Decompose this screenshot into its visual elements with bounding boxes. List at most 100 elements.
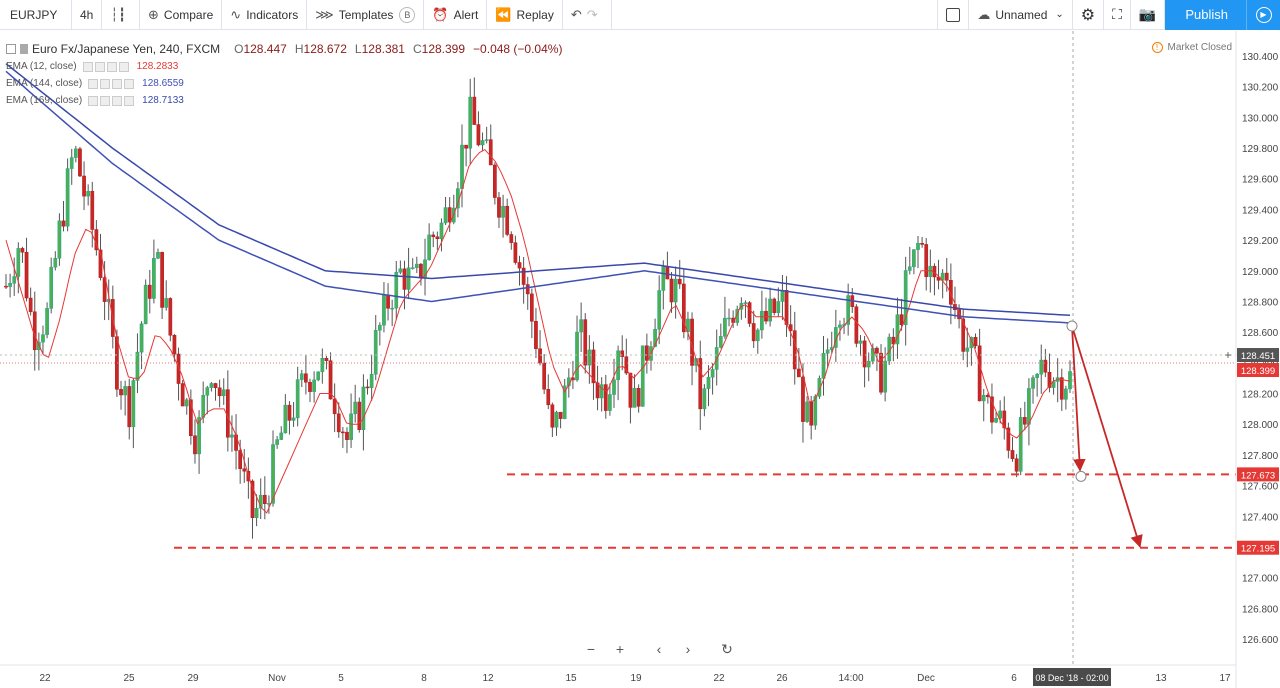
candle-body (443, 207, 448, 224)
interval-selector[interactable]: 4h (72, 0, 103, 30)
zoom-in-icon[interactable]: + (609, 638, 631, 660)
symbol-title: Euro Fx/Japanese Yen, 240, FXCM (32, 42, 221, 56)
warning-icon: ! (1151, 42, 1163, 53)
alarm-clock-icon: ⏰ (432, 6, 449, 22)
candle-body (320, 358, 325, 373)
candle-body (854, 306, 859, 344)
price-tick-label: 129.200 (1242, 236, 1279, 247)
candle-body (361, 386, 366, 430)
candle-body (390, 307, 395, 310)
price-tick-label: 130.000 (1242, 113, 1279, 124)
interval-label: 4h (80, 7, 94, 22)
undo-icon[interactable]: ↶ (571, 7, 582, 23)
candle-body (119, 389, 123, 396)
candle-body (369, 373, 374, 388)
candle-body (406, 267, 411, 290)
expand-button[interactable]: ⛶ (1104, 0, 1131, 30)
templates-button[interactable]: ⋙ Templates B (307, 0, 425, 30)
collapse-icon[interactable] (6, 44, 16, 54)
candle-body (168, 298, 173, 336)
close-value: 128.399 (421, 42, 466, 56)
candle-body (69, 157, 74, 169)
replay-button[interactable]: ⏪ Replay (487, 0, 563, 30)
candle-body (147, 284, 152, 299)
reset-icon[interactable]: ↻ (716, 638, 738, 660)
ema-144-legend[interactable]: EMA (144, close) 128.6559 (6, 75, 570, 92)
settings-button[interactable]: ⚙ (1073, 0, 1105, 30)
candle-body (1059, 377, 1064, 400)
zoom-out-icon[interactable]: − (580, 638, 602, 660)
candle-body (521, 267, 526, 285)
symbol-selector[interactable]: EURJPY (0, 0, 72, 30)
time-tick-label: 15 (565, 673, 577, 684)
candle-body (907, 266, 912, 271)
candle-body (657, 290, 662, 330)
alert-button[interactable]: ⏰ Alert (424, 0, 488, 30)
snapshot-button[interactable]: 📷 (1131, 0, 1166, 30)
candlestick-series (4, 77, 1072, 539)
candle-body (513, 242, 518, 263)
templates-icon: ⋙ (315, 6, 334, 22)
candle-body (295, 379, 300, 419)
candle-body (821, 353, 826, 379)
candle-body (377, 324, 382, 331)
ema-169-controls[interactable] (88, 95, 136, 106)
compare-button[interactable]: ⊕ Compare (140, 0, 223, 30)
ema-12-controls[interactable] (82, 61, 131, 72)
candle-body (747, 302, 752, 324)
flag-icon (20, 44, 28, 54)
indicators-button[interactable]: ∿ Indicators (222, 0, 308, 30)
forecast-arrows[interactable] (1066, 320, 1143, 548)
candle-body (608, 394, 612, 411)
scroll-right-icon[interactable]: › (677, 638, 699, 660)
candle-body (776, 301, 781, 313)
time-axis[interactable]: 22 25 29 Nov 5 8 12 15 19 22 26 14:00 Dec 6 13 17 08 Dec… (0, 664, 1236, 686)
price-chart[interactable]: 130.400 130.200 130.000 129.800 129.600 129.4… (0, 31, 1280, 688)
price-axis[interactable]: 130.400 130.200 130.000 129.800 129.600 129.4… (1224, 31, 1279, 688)
candle-body (160, 251, 164, 308)
candle-body (8, 283, 12, 287)
candle-body (283, 404, 288, 434)
price-tick-label: 128.600 (1242, 328, 1279, 339)
camera-icon: 📷 (1138, 6, 1157, 22)
candle-body (135, 351, 140, 381)
candle-body (944, 272, 949, 281)
market-status[interactable]: ! Market Closed (1151, 42, 1232, 53)
scroll-left-icon[interactable]: ‹ (648, 638, 670, 660)
price-tick-label: 129.600 (1242, 175, 1279, 186)
candle-body (673, 278, 678, 303)
candle-body (768, 298, 772, 322)
time-tick-label: 26 (776, 673, 788, 684)
layout-name: Unnamed (995, 7, 1048, 22)
candle-body (123, 386, 127, 396)
candle-body (542, 362, 547, 390)
gear-icon: ⚙ (1080, 6, 1096, 24)
plus-circle-icon: ⊕ (148, 6, 159, 22)
ema-12-legend[interactable]: EMA (12, close) 128.2833 (6, 58, 570, 75)
candle-body (217, 387, 222, 397)
candle-body (402, 268, 407, 290)
ema-169-legend[interactable]: EMA (169, close) 128.7133 (6, 92, 570, 109)
ema-144-controls[interactable] (88, 78, 136, 89)
main-series-legend[interactable]: Euro Fx/Japanese Yen, 240, FXCM O 128.447… (6, 40, 570, 58)
candle-body (912, 249, 916, 268)
candle-body (1018, 417, 1023, 472)
candle-body (238, 450, 243, 469)
price-tick-label: 130.200 (1242, 83, 1279, 94)
bar-style-button[interactable]: ┆┇ (102, 0, 141, 30)
publish-play-button[interactable]: ▶ (1246, 0, 1280, 30)
change-value: −0.048 (−0.04%) (473, 42, 563, 56)
chart-navigation: − + ‹ › ↻ (580, 638, 745, 660)
candle-body (755, 329, 760, 342)
candle-body (488, 139, 493, 166)
candle-body (661, 266, 666, 291)
redo-icon[interactable]: ↷ (587, 7, 598, 23)
candle-body (82, 175, 86, 197)
layout-selector[interactable]: ☁ Unnamed ⌄ (969, 0, 1073, 30)
publish-button[interactable]: Publish (1165, 0, 1246, 30)
high-value: 128.672 (303, 42, 347, 56)
fullscreen-toggle[interactable] (937, 0, 970, 30)
candle-body (20, 248, 25, 253)
candle-body (645, 345, 649, 361)
candle-body (398, 268, 403, 273)
